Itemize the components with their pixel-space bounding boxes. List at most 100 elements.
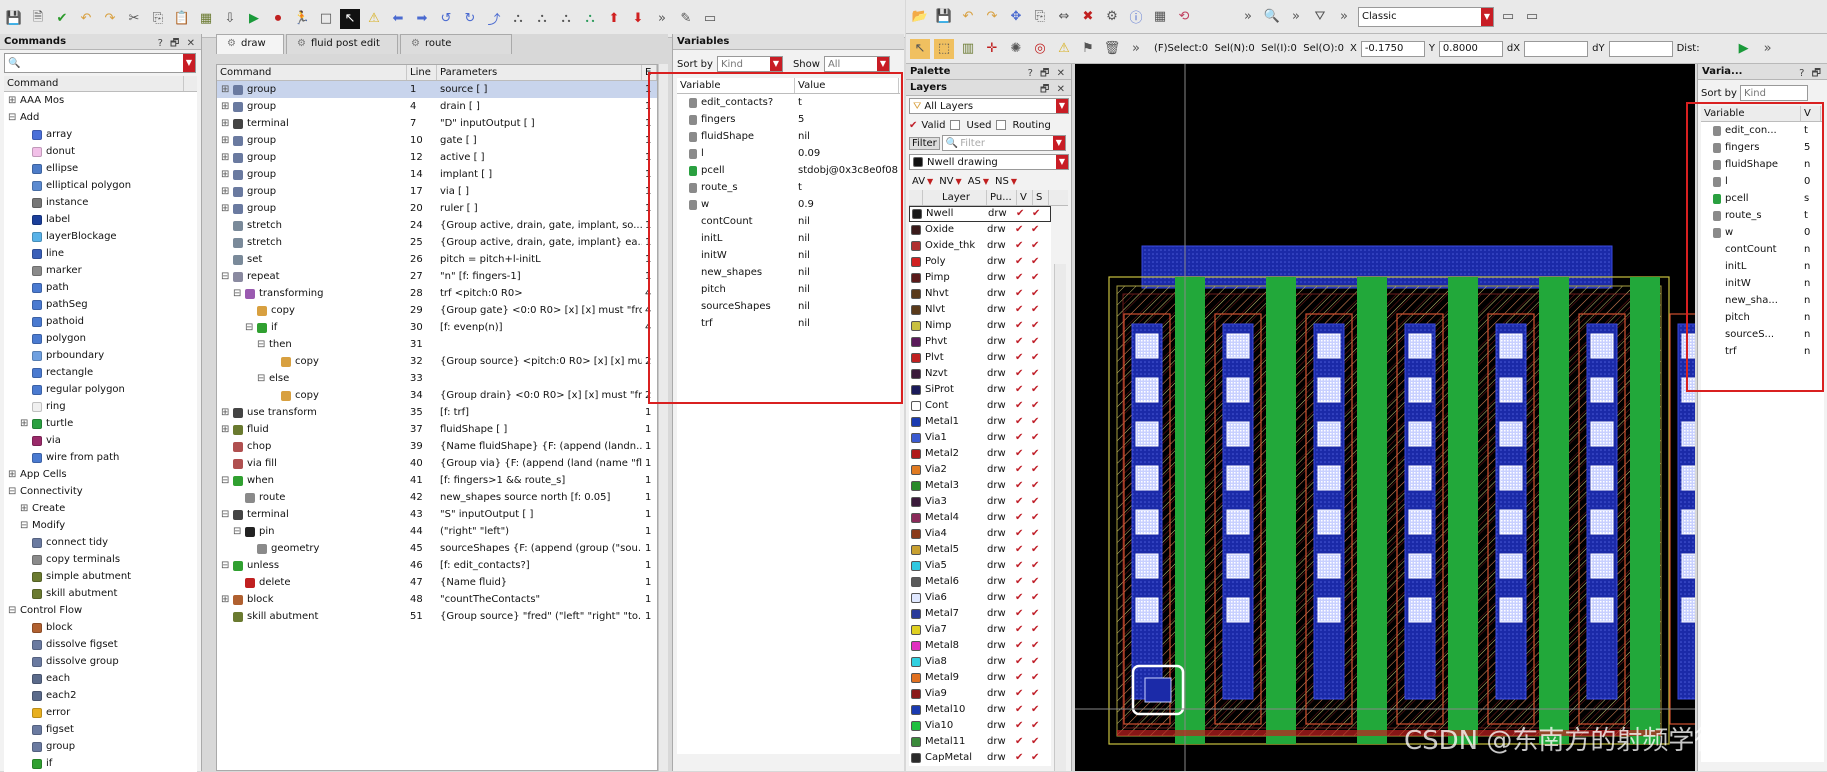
grid-icon[interactable]: ▦ bbox=[196, 9, 216, 29]
selectable-checkbox[interactable]: ✔ bbox=[1031, 622, 1047, 638]
command-tree-item[interactable]: ⊞ App Cells bbox=[4, 466, 197, 483]
visible-checkbox[interactable]: ✔ bbox=[1015, 686, 1031, 702]
paste-icon[interactable]: 📋 bbox=[172, 9, 192, 29]
command-tree-item[interactable]: pathoid bbox=[4, 313, 197, 330]
selectable-checkbox[interactable]: ✔ bbox=[1031, 654, 1047, 670]
warning-icon[interactable]: ⚠ bbox=[364, 9, 384, 29]
command-tree-item[interactable]: ⊟ Connectivity bbox=[4, 483, 197, 500]
command-tree-item[interactable]: simple abutment bbox=[4, 568, 197, 585]
layer-row[interactable]: SiProt drw ✔ ✔ bbox=[909, 382, 1051, 398]
layer-row[interactable]: Via8 drw ✔ ✔ bbox=[909, 654, 1051, 670]
selectable-checkbox[interactable]: ✔ bbox=[1031, 238, 1047, 254]
history-icon[interactable]: ⟲ bbox=[1174, 7, 1194, 27]
command-tree-item[interactable]: polygon bbox=[4, 330, 197, 347]
command-tree-item[interactable]: ring bbox=[4, 398, 197, 415]
table-row[interactable]: ⊞ group 4 drain [ ] 1 bbox=[217, 98, 657, 115]
select-area-icon[interactable]: ⬚ bbox=[934, 38, 954, 59]
check-icon[interactable]: ✔ bbox=[52, 9, 72, 29]
visible-checkbox[interactable]: ✔ bbox=[1015, 734, 1031, 750]
tab-0[interactable]: ⚙ draw bbox=[216, 34, 284, 54]
layer-row[interactable]: Oxide drw ✔ ✔ bbox=[909, 222, 1051, 238]
hierarchy-search-icon[interactable]: ⛬ bbox=[532, 9, 552, 29]
table-row[interactable]: route 42 new_shapes source north [f: 0.05]… bbox=[217, 489, 657, 506]
selectable-checkbox[interactable]: ✔ bbox=[1031, 638, 1047, 654]
layer-row[interactable]: Via7 drw ✔ ✔ bbox=[909, 622, 1051, 638]
visibility-button-0[interactable]: AV ▼ bbox=[912, 176, 933, 187]
command-tree-item[interactable]: skill abutment bbox=[4, 585, 197, 602]
command-tree-item[interactable]: block bbox=[4, 619, 197, 636]
layer-row[interactable]: Via9 drw ✔ ✔ bbox=[909, 686, 1051, 702]
tab-1[interactable]: ⚙ fluid post edit bbox=[286, 34, 398, 54]
selectable-checkbox[interactable]: ✔ bbox=[1031, 750, 1047, 766]
expand-toggle-icon[interactable]: ⊟ bbox=[245, 319, 257, 336]
undo-icon[interactable]: ↶ bbox=[958, 7, 978, 27]
layer-row[interactable]: Metal6 drw ✔ ✔ bbox=[909, 574, 1051, 590]
expand-toggle-icon[interactable]: ⊞ bbox=[221, 200, 233, 217]
table-row[interactable]: ⊞ block 48 "countTheContacts" 1 bbox=[217, 591, 657, 608]
column-layer[interactable]: Layer bbox=[923, 190, 987, 205]
panel-controls-icon-2[interactable]: 🗗 ✕ bbox=[1040, 82, 1067, 95]
table-row[interactable]: ⊞ group 14 implant [ ] 1 bbox=[217, 166, 657, 183]
window-icon[interactable]: ▭ bbox=[700, 9, 720, 29]
commands-search-input[interactable]: 🔍 ▼ bbox=[4, 53, 196, 73]
cursor-icon[interactable]: ↖ bbox=[340, 8, 360, 29]
visible-checkbox[interactable]: ✔ bbox=[1015, 270, 1031, 286]
selectable-checkbox[interactable]: ✔ bbox=[1031, 254, 1047, 270]
visible-checkbox[interactable]: ✔ bbox=[1015, 430, 1031, 446]
layers-scrollbar[interactable] bbox=[1054, 264, 1066, 771]
layer-row[interactable]: Via5 drw ✔ ✔ bbox=[909, 558, 1051, 574]
delete-icon[interactable]: ✖ bbox=[1078, 7, 1098, 27]
layer-row[interactable]: Via3 drw ✔ ✔ bbox=[909, 494, 1051, 510]
x-coordinate-field[interactable]: -0.1750 bbox=[1360, 40, 1425, 57]
table-row[interactable]: via fill 40 {Group via} {F: (append (land … bbox=[217, 455, 657, 472]
table-row[interactable]: copy 32 {Group source} <pitch:0 R0> [x] [x… bbox=[217, 353, 657, 370]
visible-checkbox[interactable]: ✔ bbox=[1015, 574, 1031, 590]
crosshair-icon[interactable]: ✛ bbox=[982, 39, 1002, 59]
more-icon[interactable]: » bbox=[1238, 7, 1258, 27]
selectable-checkbox[interactable]: ✔ bbox=[1031, 702, 1047, 718]
expand-toggle-icon[interactable]: ⊟ bbox=[221, 268, 233, 285]
visible-checkbox[interactable]: ✔ bbox=[1015, 622, 1031, 638]
layer-row[interactable]: Metal7 drw ✔ ✔ bbox=[909, 606, 1051, 622]
selectable-checkbox[interactable]: ✔ bbox=[1031, 398, 1047, 414]
expand-toggle-icon[interactable]: ⊟ bbox=[221, 472, 233, 489]
zoom-icon[interactable]: 🔍 bbox=[1262, 7, 1282, 27]
layer-row[interactable]: Nimp drw ✔ ✔ bbox=[909, 318, 1051, 334]
table-row[interactable]: ⊞ fluid 37 fluidShape [ ] 1 bbox=[217, 421, 657, 438]
command-tree-item[interactable]: ⊟ Control Flow bbox=[4, 602, 197, 619]
column-command[interactable]: Command bbox=[217, 65, 407, 80]
selectable-checkbox[interactable]: ✔ bbox=[1031, 686, 1047, 702]
command-tree-item[interactable]: path bbox=[4, 279, 197, 296]
grid-icon[interactable]: ▦ bbox=[1150, 7, 1170, 27]
run-icon[interactable]: ▶ bbox=[244, 9, 264, 29]
table-row[interactable]: delete 47 {Name fluid} 1 bbox=[217, 574, 657, 591]
selectable-checkbox[interactable]: ✔ bbox=[1031, 526, 1047, 542]
command-tree-item[interactable]: ellipse bbox=[4, 160, 197, 177]
tree-icon[interactable]: ⛬ bbox=[580, 9, 600, 29]
table-row[interactable]: ⊞ group 10 gate [ ] 1 bbox=[217, 132, 657, 149]
table-row[interactable]: stretch 24 {Group active, drain, gate, imp… bbox=[217, 217, 657, 234]
table-row[interactable]: ⊟ else 33 bbox=[217, 370, 657, 387]
selectable-checkbox[interactable]: ✔ bbox=[1031, 302, 1047, 318]
table-row[interactable]: chop 39 {Name fluidShape} {F: (append (lan… bbox=[217, 438, 657, 455]
command-tree-item[interactable]: marker bbox=[4, 262, 197, 279]
arrow-right-icon[interactable]: ➡ bbox=[412, 9, 432, 29]
command-tree-item[interactable]: donut bbox=[4, 143, 197, 160]
selectable-checkbox[interactable]: ✔ bbox=[1031, 510, 1047, 526]
layer-row[interactable]: Metal1 drw ✔ ✔ bbox=[909, 414, 1051, 430]
arrow-loop-icon[interactable]: ↺ bbox=[436, 9, 456, 29]
table-row[interactable]: ⊞ group 17 via [ ] 1 bbox=[217, 183, 657, 200]
arrow-up-right-icon[interactable]: ⤴ bbox=[484, 9, 504, 29]
visible-checkbox[interactable]: ✔ bbox=[1015, 670, 1031, 686]
expand-toggle-icon[interactable]: ⊞ bbox=[221, 115, 233, 132]
visible-checkbox[interactable]: ✔ bbox=[1015, 638, 1031, 654]
table-row[interactable]: ⊟ if 30 [f: evenp(n)] 4 bbox=[217, 319, 657, 336]
chevron-down-icon[interactable]: ▼ bbox=[1481, 7, 1493, 26]
chevron-down-icon[interactable]: ▼ bbox=[183, 54, 195, 72]
command-tree-item[interactable]: label bbox=[4, 211, 197, 228]
layer-row[interactable]: Nwell drw ✔ ✔ bbox=[909, 206, 1051, 222]
visible-checkbox[interactable]: ✔ bbox=[1015, 462, 1031, 478]
table-row[interactable]: ⊟ repeat 27 "n" [f: fingers-1] 1 bbox=[217, 268, 657, 285]
show-select[interactable]: All ▼ bbox=[823, 56, 890, 72]
sort-by-select[interactable]: Kind ▼ bbox=[716, 56, 783, 72]
